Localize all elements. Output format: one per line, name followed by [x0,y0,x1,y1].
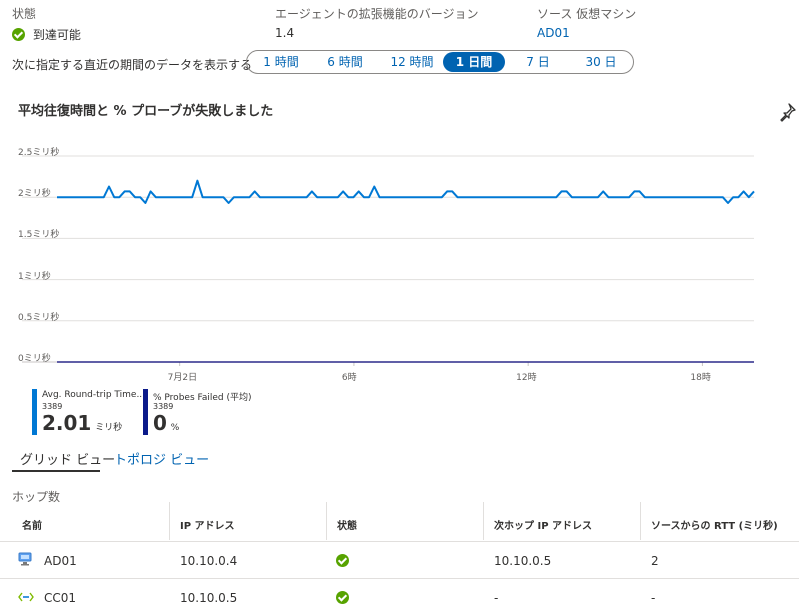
hop-rtt: 2 [651,554,659,568]
legend-failed-count: 3389 [153,402,174,411]
x-tick-label: 12時 [516,373,537,383]
chart-series [57,179,755,363]
y-tick-label: 1.5ミリ秒 [18,230,60,241]
agent-version-value: 1.4 [275,26,295,40]
check-icon [12,28,25,41]
legend-failed-unit: % [170,423,180,433]
col-divider [483,502,484,540]
status-value: 到達可能 [32,28,81,42]
status-label: 状態 [12,7,37,21]
range-option-12h[interactable]: 12 時間 [381,52,443,72]
hop-name-link[interactable]: AD01 [44,554,77,568]
col-divider [640,502,641,540]
hop-next-ip: - [494,591,499,605]
legend-failed-bar [143,389,148,435]
legend-rtt-bar [32,389,37,435]
col-header-ip[interactable]: IP アドレス [180,517,235,532]
time-range-selector: 1 時間 6 時間 12 時間 1 日間 7 日 30 日 [246,50,634,74]
table-row [18,591,34,605]
chart-gridlines [22,155,754,366]
vm-icon [18,552,32,566]
y-tick-label: 0ミリ秒 [18,354,51,364]
tab-active-indicator [12,470,100,472]
legend-rtt-name: Avg. Round-trip Time... [42,390,146,400]
legend-failed-value: 0 [153,411,167,435]
y-tick-label: 0.5ミリ秒 [18,312,60,323]
col-header-rtt[interactable]: ソースからの RTT (ミリ秒) [651,517,778,532]
legend-rtt-value-wrap: 2.01 ミリ秒 [42,411,122,435]
table-header-divider [0,541,799,542]
rtt-series-line [57,179,755,204]
y-tick-label: 2.5ミリ秒 [18,148,60,158]
col-header-next-hop[interactable]: 次ホップ IP アドレス [494,517,592,532]
x-tick-label: 7月2日 [167,373,198,383]
hop-rtt: - [651,591,656,605]
y-tick-label: 2ミリ秒 [18,189,51,200]
time-range-prompt: 次に指定する直近の期間のデータを表示する [12,58,253,72]
col-header-status[interactable]: 状態 [337,517,357,532]
table-row [18,552,32,569]
hop-ip: 10.10.0.5 [180,591,238,605]
hop-status [336,590,349,604]
hop-status [336,553,349,567]
source-vm-link[interactable]: AD01 [537,26,570,40]
range-option-1h[interactable]: 1 時間 [253,52,309,72]
range-option-1d[interactable]: 1 日間 [443,52,505,72]
range-option-6h[interactable]: 6 時間 [315,52,375,72]
range-option-7d[interactable]: 7 日 [511,52,565,72]
table-row-divider [0,578,799,579]
legend-rtt-value: 2.01 [42,411,92,435]
agent-version-label: エージェントの拡張機能のバージョン [275,7,479,21]
tab-grid-view[interactable]: グリッド ビュー [20,449,115,468]
legend-rtt-count: 3389 [42,402,63,411]
hop-ip: 10.10.0.4 [180,554,238,568]
col-divider [169,502,170,540]
x-tick-label: 18時 [690,373,711,383]
check-icon [336,591,349,604]
chart-title: 平均往復時間と % プローブが失敗しました [18,104,274,119]
tab-topology-view[interactable]: トポロジ ビュー [114,449,209,468]
legend-rtt-unit: ミリ秒 [95,423,123,433]
x-tick-label: 6時 [341,373,357,383]
y-tick-label: 1ミリ秒 [18,271,51,282]
status-value-wrap: 到達可能 [12,26,81,43]
range-option-30d[interactable]: 30 日 [573,52,629,72]
legend-failed-value-wrap: 0 % [153,411,179,435]
hop-next-ip: 10.10.0.5 [494,554,552,568]
col-divider [326,502,327,540]
hop-name-link[interactable]: CC01 [44,591,76,605]
pin-icon[interactable] [779,102,797,122]
hops-label: ホップ数 [12,490,61,504]
connection-icon [18,592,34,602]
rtt-chart [22,155,755,366]
check-icon [336,554,349,567]
col-header-name[interactable]: 名前 [22,517,42,532]
source-vm-label: ソース 仮想マシン [537,7,637,21]
